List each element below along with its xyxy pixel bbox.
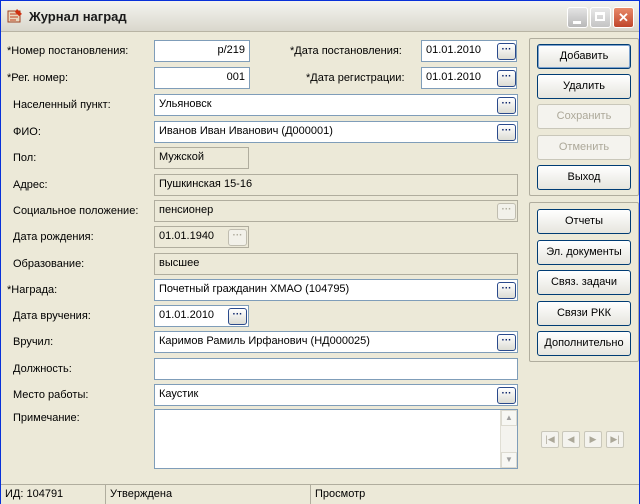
exit-button[interactable]: Выход	[537, 165, 631, 190]
el-documents-button[interactable]: Эл. документы	[537, 240, 631, 265]
education-field: высшее	[154, 253, 518, 275]
note-label: Примечание:	[13, 412, 80, 424]
presented-by-field[interactable]: Каримов Рамиль Ирфанович (НД000025)	[154, 331, 518, 353]
resolution-number-label: *Номер постановления:	[7, 45, 129, 57]
fio-field[interactable]: Иванов Иван Иванович (Д000001)	[154, 121, 518, 143]
social-status-value: пенсионер	[159, 204, 214, 216]
next-record-button[interactable]: ▶	[584, 431, 602, 448]
presented-by-select-button[interactable]: ···	[497, 334, 516, 351]
fio-value: Иванов Иван Иванович (Д000001)	[159, 125, 333, 137]
rkk-links-button[interactable]: Связи РКК	[537, 301, 631, 326]
additional-button[interactable]: Дополнительно	[537, 331, 631, 356]
resolution-date-value: 01.01.2010	[426, 44, 482, 56]
position-label: Должность:	[13, 363, 72, 375]
social-status-label: Социальное положение:	[13, 205, 139, 217]
close-icon: ✕	[618, 10, 629, 25]
reports-button[interactable]: Отчеты	[537, 209, 631, 234]
locality-label: Населенный пункт:	[13, 99, 111, 111]
award-field[interactable]: Почетный гражданин ХМАО (104795)	[154, 279, 518, 301]
window-title: Журнал наград	[29, 9, 127, 24]
cancel-button[interactable]: Отменить	[537, 135, 631, 160]
reg-date-picker-button[interactable]: ···	[497, 70, 516, 87]
first-record-button[interactable]: |◀	[541, 431, 559, 448]
award-date-picker-button[interactable]: ···	[228, 308, 247, 325]
close-button[interactable]: ✕	[613, 7, 634, 28]
reg-date-value: 01.01.2010	[426, 71, 482, 83]
award-date-value: 01.01.2010	[159, 309, 215, 321]
resolution-number-field[interactable]: р/219	[154, 40, 250, 62]
locality-field[interactable]: Ульяновск	[154, 94, 518, 116]
award-select-button[interactable]: ···	[497, 282, 516, 299]
scroll-up-icon[interactable]: ▲	[501, 410, 517, 426]
award-value: Почетный гражданин ХМАО (104795)	[159, 283, 350, 295]
reg-number-label: *Рег. номер:	[7, 72, 69, 84]
scroll-down-icon[interactable]: ▼	[501, 452, 517, 468]
awards-journal-window: Журнал наград ✕ *Номер постановления: р/…	[0, 0, 640, 504]
locality-select-button[interactable]: ···	[497, 97, 516, 114]
prev-record-button[interactable]: ◀	[562, 431, 580, 448]
delete-button[interactable]: Удалить	[537, 74, 631, 99]
note-scrollbar[interactable]: ▲ ▼	[500, 410, 517, 468]
maximize-button[interactable]	[590, 7, 611, 28]
fio-select-button[interactable]: ···	[497, 124, 516, 141]
gender-field: Мужской	[154, 147, 249, 169]
presented-by-label: Вручил:	[13, 336, 54, 348]
reg-number-field[interactable]: 001	[154, 67, 250, 89]
resolution-date-picker-button[interactable]: ···	[497, 43, 516, 60]
add-button[interactable]: Добавить	[537, 44, 631, 69]
social-status-field: пенсионер	[154, 200, 518, 222]
birth-date-picker-button: ···	[228, 229, 247, 246]
note-textarea[interactable]: ▲ ▼	[154, 409, 518, 469]
minimize-icon	[573, 21, 581, 24]
social-status-select-button: ···	[497, 203, 516, 220]
locality-value: Ульяновск	[159, 98, 212, 110]
address-field: Пушкинская 15-16	[154, 174, 518, 196]
status-bar: ИД: 104791 Утверждена Просмотр	[1, 484, 639, 504]
award-date-label: Дата вручения:	[13, 310, 91, 322]
award-label: *Награда:	[7, 284, 58, 296]
position-field[interactable]	[154, 358, 518, 380]
save-button[interactable]: Сохранить	[537, 104, 631, 129]
status-state: Утверждена	[106, 485, 311, 504]
birth-date-value: 01.01.1940	[159, 230, 215, 242]
education-label: Образование:	[13, 258, 85, 270]
status-mode: Просмотр	[315, 488, 366, 500]
address-label: Адрес:	[13, 179, 48, 191]
workplace-field[interactable]: Каустик	[154, 384, 518, 406]
workplace-label: Место работы:	[13, 389, 89, 401]
workplace-value: Каустик	[159, 388, 199, 400]
app-icon	[7, 9, 22, 23]
minimize-button[interactable]	[567, 7, 588, 28]
linked-tasks-button[interactable]: Связ. задачи	[537, 270, 631, 295]
fio-label: ФИО:	[13, 126, 41, 138]
gender-label: Пол:	[13, 152, 37, 164]
reg-date-label: *Дата регистрации:	[306, 72, 405, 84]
last-record-button[interactable]: ▶|	[606, 431, 624, 448]
title-bar: Журнал наград ✕	[1, 1, 639, 32]
birth-date-label: Дата рождения:	[13, 231, 94, 243]
resolution-date-label: *Дата постановления:	[290, 45, 402, 57]
status-id: ИД: 104791	[1, 485, 106, 504]
presented-by-value: Каримов Рамиль Ирфанович (НД000025)	[159, 335, 370, 347]
workplace-select-button[interactable]: ···	[497, 387, 516, 404]
maximize-icon	[595, 12, 605, 21]
